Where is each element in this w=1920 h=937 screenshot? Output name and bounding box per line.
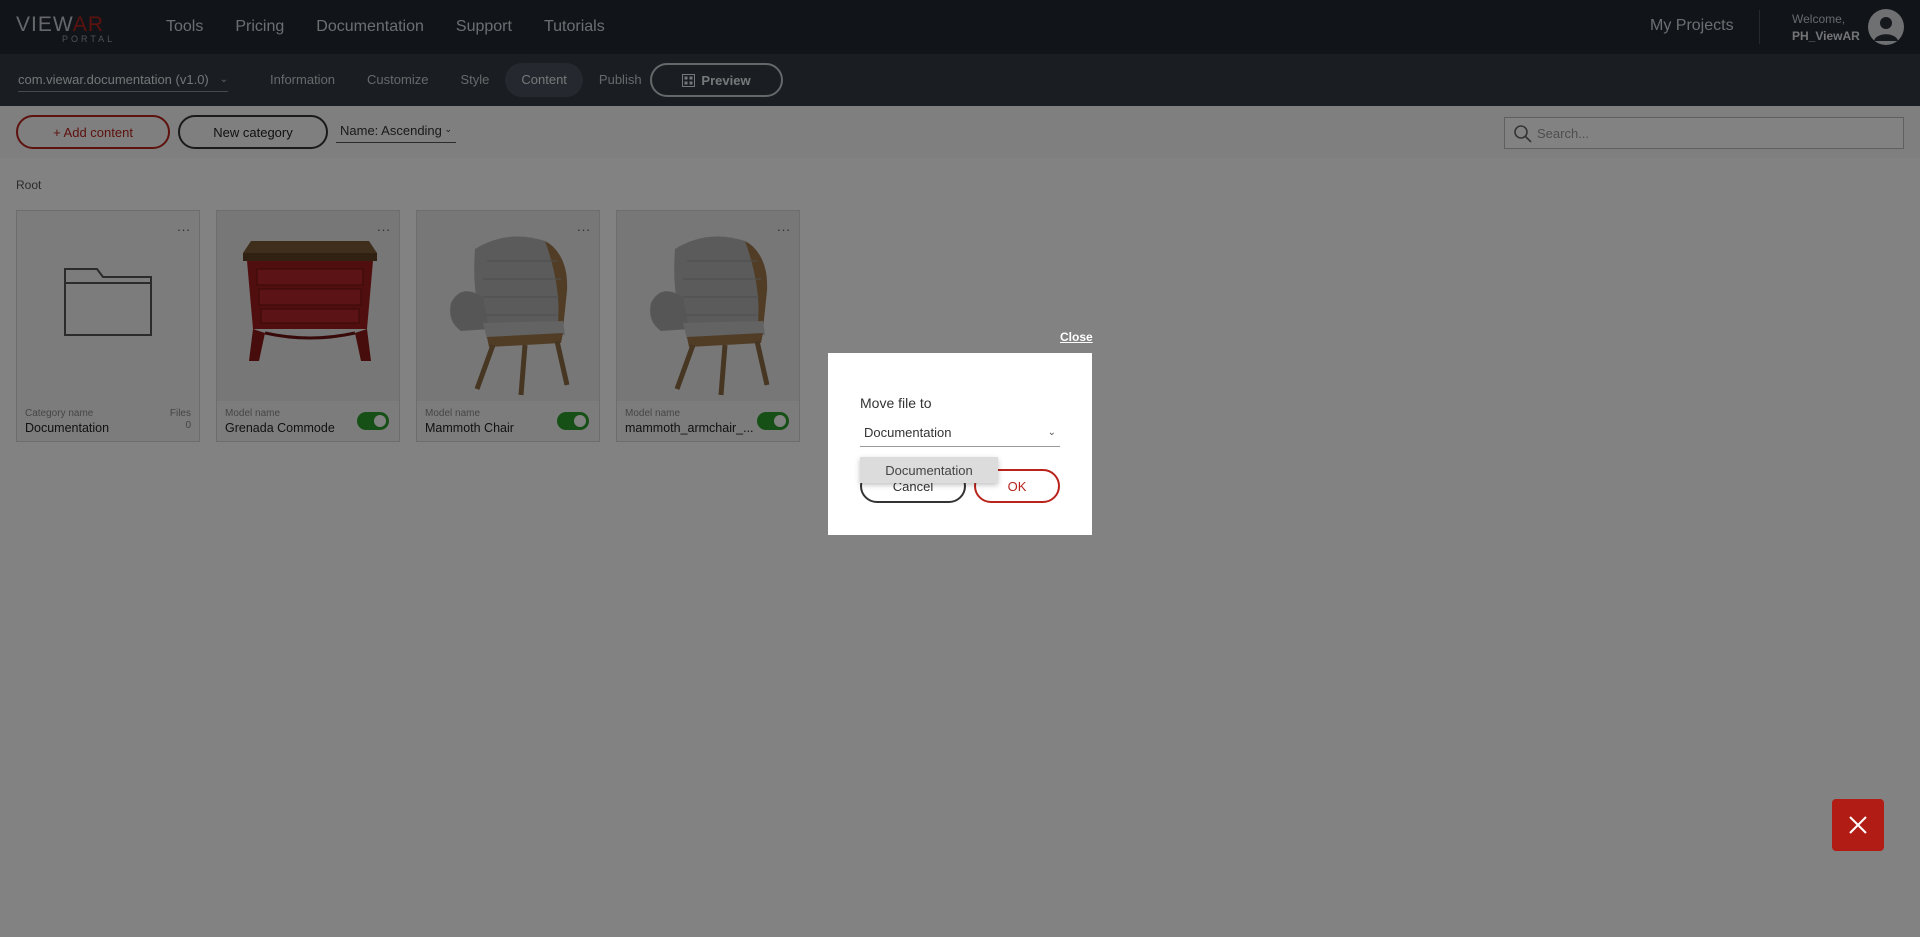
close-fab-button[interactable] (1832, 799, 1884, 851)
destination-select[interactable]: Documentation ⌄ (860, 423, 1060, 447)
dialog-title: Move file to (860, 395, 932, 411)
destination-value: Documentation (864, 425, 952, 440)
close-dialog-link[interactable]: Close (1060, 330, 1093, 344)
dropdown-option[interactable]: Documentation (860, 457, 998, 483)
close-icon (1849, 816, 1867, 834)
chevron-down-icon: ⌄ (1047, 427, 1056, 438)
move-file-dialog: Move file to Documentation ⌄ Cancel OK D… (828, 353, 1092, 535)
